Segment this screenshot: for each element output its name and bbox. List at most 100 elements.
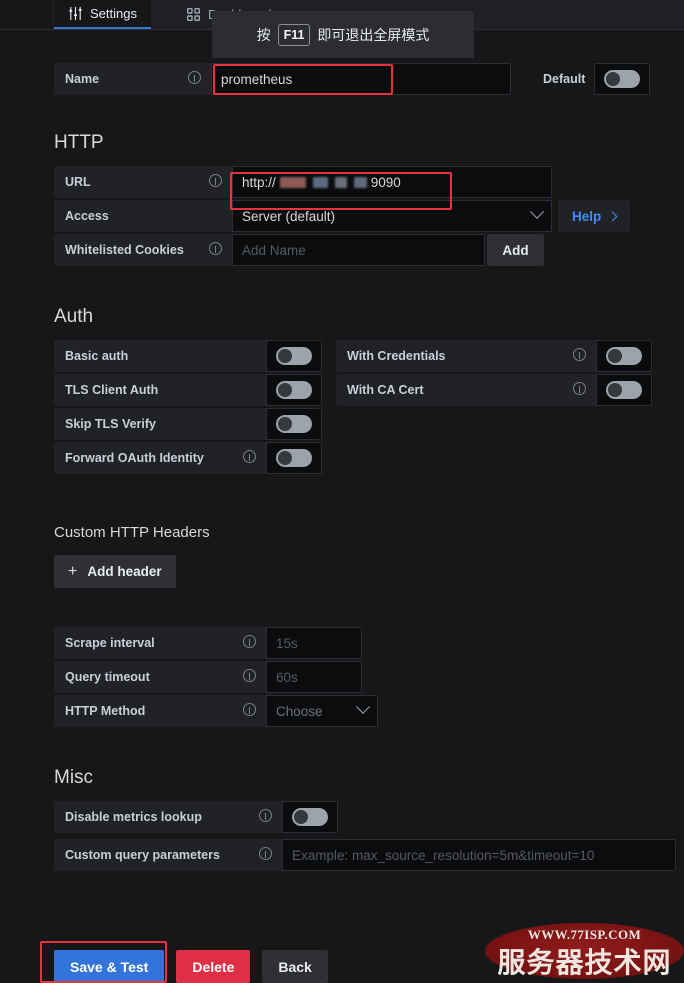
custom-query-parameters-row: Custom query parameters Example: max_sou… [54, 839, 684, 871]
add-cookie-button[interactable]: Add [487, 234, 544, 266]
delete-button[interactable]: Delete [176, 950, 251, 983]
access-select-value: Server (default) [242, 208, 336, 224]
disable-metrics-label-cell: Disable metrics lookup [54, 801, 282, 833]
url-redaction-blocks [279, 176, 367, 188]
with-credentials-toggle[interactable] [596, 340, 652, 372]
access-label: Access [65, 209, 109, 223]
url-label-cell: URL [54, 166, 232, 198]
info-icon[interactable] [243, 703, 256, 716]
back-button[interactable]: Back [262, 950, 328, 983]
forward-oauth-label: Forward OAuth Identity [65, 451, 204, 465]
default-toggle-knob [604, 70, 641, 88]
toast-suffix-text: 即可退出全屏模式 [317, 26, 430, 43]
settings-form: Name prometheus Default HTTP URL http://… [0, 30, 684, 873]
query-timeout-label-cell: Query timeout [54, 661, 266, 693]
tls-client-auth-toggle-knob [276, 381, 312, 399]
default-label: Default [543, 72, 586, 86]
scrape-interval-label: Scrape interval [65, 636, 155, 650]
fullscreen-exit-toast: 按 F11 即可退出全屏模式 [212, 11, 474, 58]
with-credentials-info-wrap [561, 348, 586, 364]
with-ca-cert-toggle-knob [606, 381, 642, 399]
info-icon[interactable] [209, 174, 222, 187]
with-ca-cert-toggle[interactable] [596, 374, 652, 406]
misc-section-title: Misc [54, 767, 94, 788]
info-icon[interactable] [209, 242, 222, 255]
watermark-url: WWW.77ISP.COM [527, 927, 642, 942]
url-info-wrap [197, 174, 222, 190]
with-ca-cert-label: With CA Cert [347, 383, 424, 397]
basic-auth-row: Basic auth With Credentials [54, 340, 684, 372]
sliders-icon [68, 6, 83, 21]
name-label: Name [65, 72, 100, 86]
info-icon[interactable] [243, 635, 256, 648]
info-icon[interactable] [259, 809, 272, 822]
info-icon[interactable] [573, 348, 586, 361]
info-icon[interactable] [259, 847, 272, 860]
custom-headers-title: Custom HTTP Headers [54, 524, 210, 541]
tls-client-auth-label: TLS Client Auth [65, 383, 159, 397]
toast-key-f11: F11 [277, 23, 311, 46]
info-icon[interactable] [243, 669, 256, 682]
scrape-interval-label-cell: Scrape interval [54, 627, 266, 659]
tls-client-auth-toggle[interactable] [266, 374, 322, 406]
name-row: Name prometheus Default [54, 63, 684, 95]
http-method-label: HTTP Method [65, 704, 146, 718]
query-timeout-label: Query timeout [65, 670, 150, 684]
default-toggle[interactable] [594, 63, 651, 95]
info-icon[interactable] [243, 450, 256, 463]
watermark-text: 服务器技术网 [497, 947, 672, 978]
grid-icon [186, 7, 201, 22]
skip-tls-verify-toggle-knob [276, 415, 312, 433]
whitelisted-cookies-row: Whitelisted Cookies Add Name Add [54, 234, 684, 266]
forward-oauth-toggle[interactable] [266, 442, 322, 474]
forward-oauth-toggle-knob [276, 449, 312, 467]
name-label-cell: Name [54, 63, 211, 95]
name-input[interactable]: prometheus [211, 63, 511, 95]
name-info-wrap [176, 71, 201, 87]
skip-tls-verify-toggle[interactable] [266, 408, 322, 440]
forward-oauth-identity-row: Forward OAuth Identity [54, 442, 684, 474]
info-icon[interactable] [188, 71, 201, 84]
add-header-label: Add header [87, 564, 162, 579]
http-method-value: Choose [276, 703, 323, 719]
add-header-button[interactable]: + Add header [54, 555, 176, 588]
custom-query-info-wrap [247, 847, 272, 863]
custom-query-label: Custom query parameters [65, 848, 220, 862]
access-select[interactable]: Server (default) [232, 200, 552, 232]
cookies-label-cell: Whitelisted Cookies [54, 234, 232, 266]
watermark-ellipse [485, 923, 684, 979]
auth-section-title: Auth [54, 306, 94, 327]
access-row: Access Server (default) Help [54, 200, 684, 232]
help-link-button[interactable]: Help [558, 200, 631, 232]
with-credentials-toggle-knob [606, 347, 642, 365]
chevron-right-icon [607, 211, 618, 221]
plus-icon: + [68, 562, 78, 580]
query-timeout-row: Query timeout 60s [54, 661, 684, 693]
http-method-info-wrap [231, 703, 256, 719]
info-icon[interactable] [573, 382, 586, 395]
http-method-select[interactable]: Choose [266, 695, 378, 727]
disable-metrics-label: Disable metrics lookup [65, 810, 202, 824]
basic-auth-toggle[interactable] [266, 340, 322, 372]
save-and-test-button[interactable]: Save & Test [54, 950, 165, 983]
url-row: URL http:// 9090 [54, 166, 684, 198]
cookies-input[interactable]: Add Name [232, 234, 485, 266]
basic-auth-label-cell: Basic auth [54, 340, 266, 372]
query-timeout-input[interactable]: 60s [266, 661, 362, 693]
with-credentials-label-cell: With Credentials [336, 340, 596, 372]
disable-metrics-lookup-toggle[interactable] [282, 801, 338, 833]
tls-client-auth-row: TLS Client Auth With CA Cert [54, 374, 684, 406]
custom-query-parameters-input[interactable]: Example: max_source_resolution=5m&timeou… [282, 839, 676, 871]
form-actions: Save & Test Delete Back [54, 950, 328, 983]
basic-auth-toggle-knob [276, 347, 312, 365]
url-port-text: 9090 [370, 174, 401, 190]
tab-settings[interactable]: Settings [54, 0, 151, 29]
url-input[interactable]: http:// 9090 [232, 166, 552, 198]
tab-settings-label: Settings [90, 6, 137, 21]
disable-metrics-toggle-knob [292, 808, 328, 826]
tab-bar-left-spacer [0, 0, 54, 29]
site-watermark: WWW.77ISP.COM 服务器技术网 [485, 921, 684, 981]
scrape-interval-input[interactable]: 15s [266, 627, 362, 659]
with-ca-cert-label-cell: With CA Cert [336, 374, 596, 406]
basic-auth-label: Basic auth [65, 349, 129, 363]
